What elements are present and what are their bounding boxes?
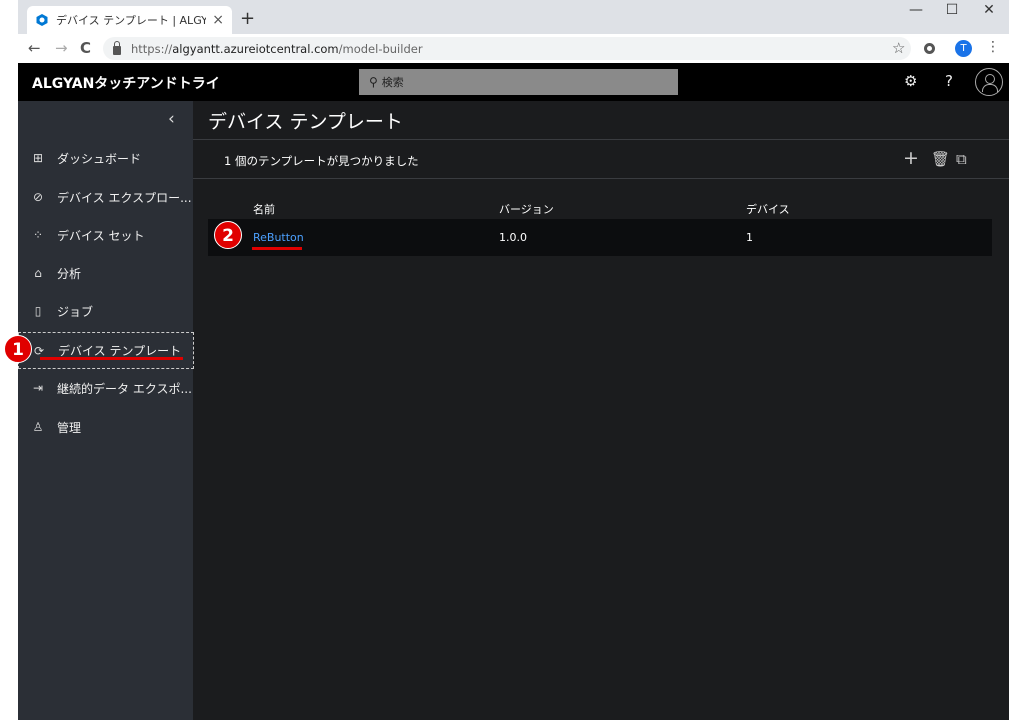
main-content: デバイス テンプレート 1 個のテンプレートが見つかりました + 🗑 ⧉ 名前 … (193, 101, 1009, 720)
url-prefix: https:// (131, 41, 173, 56)
tab-strip: デバイス テンプレート | ALGYANタッチ × + — ☐ ✕ (18, 0, 1009, 34)
sidebar-item-label: ジョブ (57, 304, 94, 319)
reload-icon[interactable]: C (80, 39, 91, 57)
profile-avatar[interactable]: T (955, 40, 972, 57)
templates-table: 名前 バージョン デバイス ReButton 1.0.0 1 (208, 196, 992, 256)
address-bar[interactable]: https://algyantt.azureiotcentral.com/mod… (103, 37, 911, 60)
app-brand[interactable]: ALGYANタッチアンドトライ (32, 73, 220, 93)
jobs-icon: ▯ (34, 304, 42, 318)
export-icon: ⇥ (32, 381, 44, 395)
sidebar-item-jobs[interactable]: ▯ ジョブ (18, 294, 193, 328)
browser-window: デバイス テンプレート | ALGYANタッチ × + — ☐ ✕ ← → C … (18, 0, 1009, 720)
admin-icon: ♙ (32, 420, 44, 434)
annotation-underline-1 (40, 357, 183, 360)
dashboard-icon: ⊞ (32, 151, 44, 165)
sidebar-item-label: デバイス セット (57, 228, 145, 243)
browser-menu-icon[interactable]: ⋮ (986, 39, 1000, 55)
minimize-icon[interactable]: — (896, 2, 936, 18)
template-name-link[interactable]: ReButton (253, 231, 304, 244)
device-set-icon: ⁘ (32, 228, 44, 242)
sidebar-item-label: ダッシュボード (57, 151, 142, 166)
sidebar-item-label: デバイス エクスプロー... (57, 190, 192, 205)
sidebar-item-label: 管理 (57, 420, 82, 435)
toolbar-divider (193, 178, 1009, 179)
search-icon: ⚲ (369, 75, 378, 89)
sidebar-item-administration[interactable]: ♙ 管理 (18, 410, 193, 444)
copy-icon[interactable]: ⧉ (956, 150, 967, 168)
sidebar: ‹ ⊞ ダッシュボード ⊘ デバイス エクスプロー... ⁘ デバイス セット … (18, 101, 194, 720)
column-header-version[interactable]: バージョン (499, 201, 554, 217)
extension-icon[interactable] (924, 43, 935, 54)
browser-toolbar: ← → C https://algyantt.azureiotcentral.c… (18, 34, 1009, 63)
tab-close-icon[interactable]: × (212, 12, 224, 28)
sidebar-item-device-explorer[interactable]: ⊘ デバイス エクスプロー... (18, 180, 193, 214)
collapse-sidebar-icon[interactable]: ‹ (168, 109, 175, 129)
add-icon[interactable]: + (903, 147, 919, 169)
sidebar-item-analytics[interactable]: ⌂ 分析 (18, 256, 193, 290)
forward-icon[interactable]: → (55, 39, 68, 57)
url-text: https://algyantt.azureiotcentral.com/mod… (131, 42, 423, 56)
table-row[interactable]: ReButton 1.0.0 1 (208, 219, 992, 256)
search-input[interactable]: ⚲ 検索 (359, 69, 678, 95)
template-version: 1.0.0 (499, 231, 527, 244)
help-icon[interactable]: ? (945, 72, 953, 90)
maximize-icon[interactable]: ☐ (932, 2, 972, 18)
device-explorer-icon: ⊘ (32, 190, 44, 204)
lock-icon (113, 41, 121, 55)
sidebar-item-device-templates[interactable]: ⟳ デバイス テンプレート (18, 332, 194, 369)
url-path: /model-builder (338, 41, 423, 56)
tab-title: デバイス テンプレート | ALGYANタッチ (56, 14, 207, 27)
annotation-underline-2 (252, 247, 302, 250)
page-title: デバイス テンプレート (208, 111, 403, 133)
gear-icon[interactable]: ⚙ (904, 72, 917, 90)
template-device-count: 1 (746, 231, 753, 244)
annotation-marker-1: 1 (4, 335, 32, 363)
sidebar-item-label: 継続的データ エクスポ... (57, 381, 192, 396)
template-count: 1 個のテンプレートが見つかりました (224, 154, 419, 168)
sidebar-item-data-export[interactable]: ⇥ 継続的データ エクスポ... (18, 371, 193, 405)
iot-central-icon (36, 14, 48, 26)
annotation-marker-2: 2 (214, 221, 242, 249)
device-template-icon: ⟳ (33, 343, 45, 358)
sidebar-item-device-sets[interactable]: ⁘ デバイス セット (18, 218, 193, 252)
app-header: ALGYANタッチアンドトライ ⚲ 検索 ⚙ ? (18, 63, 1009, 101)
sidebar-item-label: 分析 (57, 266, 82, 281)
new-tab-icon[interactable]: + (240, 8, 255, 29)
table-header: 名前 バージョン デバイス (208, 196, 992, 219)
column-header-devices[interactable]: デバイス (746, 201, 790, 217)
bookmark-star-icon[interactable]: ☆ (892, 39, 905, 57)
title-divider (193, 139, 1009, 140)
column-header-name[interactable]: 名前 (253, 201, 275, 217)
user-avatar-icon[interactable] (975, 68, 1003, 96)
search-placeholder: 検索 (381, 76, 404, 89)
sidebar-item-dashboard[interactable]: ⊞ ダッシュボード (18, 141, 193, 175)
back-icon[interactable]: ← (28, 39, 41, 57)
browser-tab[interactable]: デバイス テンプレート | ALGYANタッチ × (27, 6, 232, 34)
close-window-icon[interactable]: ✕ (969, 2, 1009, 18)
delete-icon[interactable]: 🗑 (931, 150, 950, 168)
url-host: algyantt.azureiotcentral.com (172, 41, 339, 56)
iot-central-app: ALGYANタッチアンドトライ ⚲ 検索 ⚙ ? ‹ ⊞ ダッシュボード ⊘ デ… (18, 63, 1009, 720)
analytics-icon: ⌂ (34, 266, 42, 280)
